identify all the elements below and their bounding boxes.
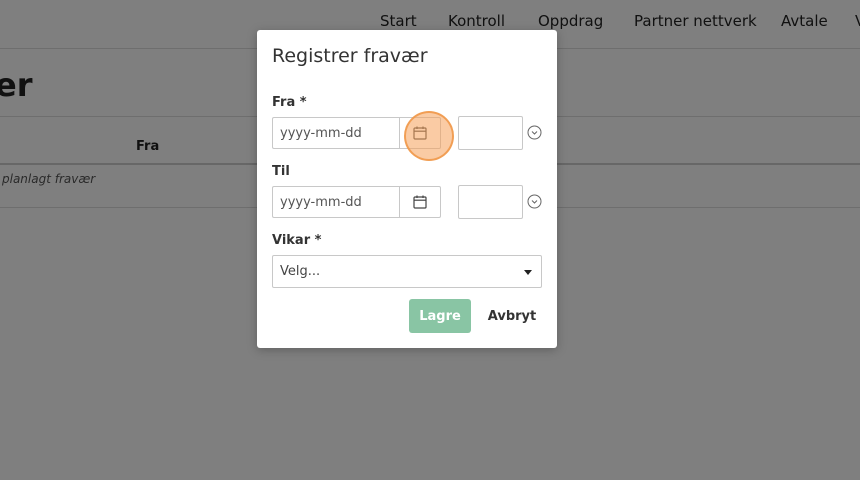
til-label: Til: [272, 164, 290, 179]
save-button[interactable]: Lagre: [409, 299, 471, 333]
dialog-title: Registrer fravær: [272, 45, 428, 67]
fra-clock-icon[interactable]: [527, 125, 542, 140]
til-date-input[interactable]: [272, 186, 399, 218]
caret-down-icon: [524, 270, 532, 275]
vikar-selected-value: Velg...: [280, 264, 321, 279]
vikar-select[interactable]: Velg...: [272, 255, 542, 288]
calendar-icon: [413, 126, 427, 140]
fra-date-input[interactable]: [272, 117, 399, 149]
calendar-icon: [413, 195, 427, 209]
fra-label: Fra *: [272, 95, 307, 110]
til-calendar-button[interactable]: [399, 186, 441, 218]
fra-time-input[interactable]: [458, 116, 523, 150]
fra-calendar-button[interactable]: [399, 117, 441, 149]
til-clock-icon[interactable]: [527, 194, 542, 209]
cancel-button[interactable]: Avbryt: [485, 299, 539, 333]
til-time-input[interactable]: [458, 185, 523, 219]
page: Start Kontroll Oppdrag Partner nettverk …: [0, 0, 860, 480]
register-absence-dialog: Registrer fravær Fra * Til: [257, 30, 557, 348]
vikar-label: Vikar *: [272, 233, 322, 248]
